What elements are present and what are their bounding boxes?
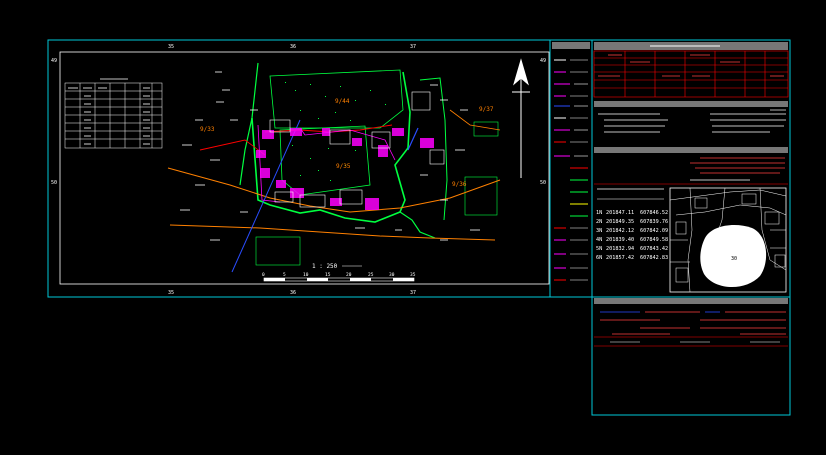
grid-label-top-2: 36 xyxy=(290,44,296,50)
site-plan: 9/33 9/44 9/35 9/37 9/36 xyxy=(167,62,501,273)
parcel-label-9-33: 9/33 xyxy=(200,126,215,133)
coord-row-5-id: 5N xyxy=(596,246,602,252)
coord-row-4-n: 607849.58 xyxy=(640,237,668,243)
title-block-lower-frame xyxy=(591,296,791,416)
road-edge-east xyxy=(449,109,501,131)
svg-text:15: 15 xyxy=(325,272,331,278)
coord-row-4-e: 201839.40 xyxy=(606,237,634,243)
owner-info-table xyxy=(593,50,789,98)
svg-text:10: 10 xyxy=(303,272,309,278)
coord-row-1-id: 1N xyxy=(596,210,602,216)
parcel-label-9-35: 9/35 xyxy=(336,163,351,170)
svg-text:0: 0 xyxy=(262,272,265,278)
coord-row-3-n: 607842.09 xyxy=(640,228,668,234)
parcel-number-labels: 9/33 9/44 9/35 9/37 9/36 xyxy=(200,98,494,188)
north-arrow-icon xyxy=(512,58,530,178)
survey-annotations xyxy=(180,71,480,241)
scale-label: 1 : 250 xyxy=(312,263,338,270)
survey-line-blue xyxy=(231,119,301,273)
grid-label-bottom-2: 36 xyxy=(290,290,296,296)
grid-label-left-1: 49 xyxy=(51,58,57,64)
coord-row-1-e: 201847.11 xyxy=(606,210,634,216)
building-hatch-central xyxy=(279,125,371,196)
grid-label-top-3: 37 xyxy=(410,44,416,50)
svg-text:30: 30 xyxy=(389,272,395,278)
area-schedule-table xyxy=(64,82,163,149)
coord-row-6-id: 6N xyxy=(596,255,602,261)
coord-row-2-n: 607839.76 xyxy=(640,219,668,225)
key-map: 30 xyxy=(669,187,787,293)
coord-row-1-n: 607846.52 xyxy=(640,210,668,216)
road-edge-south xyxy=(169,224,496,241)
coord-row-6-n: 607842.83 xyxy=(640,255,668,261)
svg-text:25: 25 xyxy=(368,272,374,278)
grid-labels: 35 36 37 35 36 37 49 50 49 50 xyxy=(51,44,546,296)
grid-label-right-1: 49 xyxy=(540,58,546,64)
parcel-label-9-44: 9/44 xyxy=(335,98,350,105)
parcel-label-9-37: 9/37 xyxy=(479,106,494,113)
svg-text:35: 35 xyxy=(410,272,416,278)
grid-label-top-1: 35 xyxy=(168,44,174,50)
boundary-green-east xyxy=(419,77,448,221)
coord-row-3-id: 3N xyxy=(596,228,602,234)
coord-row-3-e: 201842.12 xyxy=(606,228,634,234)
parcel-label-9-36: 9/36 xyxy=(452,181,467,188)
cad-drawing-canvas: 35 36 37 35 36 37 49 50 49 50 9/33 9/44 … xyxy=(47,39,791,416)
key-map-parcel-label: 30 xyxy=(731,256,737,262)
grid-label-bottom-1: 35 xyxy=(168,290,174,296)
svg-text:20: 20 xyxy=(346,272,352,278)
svg-text:5: 5 xyxy=(283,272,286,278)
coordinate-table: 1N 201847.11 607846.52 2N 201849.35 6078… xyxy=(596,188,668,261)
area-schedule-scribble xyxy=(68,78,150,145)
hatch-block-sw xyxy=(255,236,301,266)
title-block: 1N 201847.11 607846.52 2N 201849.35 6078… xyxy=(593,42,789,347)
scale-tick-labels: 0 5 10 15 20 25 30 35 xyxy=(262,272,416,278)
scale-bar: 1 : 250 0 5 10 15 20 25 30 35 xyxy=(262,263,416,282)
coord-row-5-e: 201832.94 xyxy=(606,246,634,252)
legend-column xyxy=(552,42,590,281)
coord-row-4-id: 4N xyxy=(596,237,602,243)
grid-label-left-2: 50 xyxy=(51,180,57,186)
grid-label-bottom-3: 37 xyxy=(410,290,416,296)
parcel-outlines xyxy=(257,124,396,203)
coord-row-5-n: 607843.42 xyxy=(640,246,668,252)
coord-row-2-id: 2N xyxy=(596,219,602,225)
coord-row-6-e: 201857.42 xyxy=(606,255,634,261)
drawing-area-frame xyxy=(59,51,550,285)
boundary-green-south xyxy=(399,211,436,239)
coord-row-2-e: 201849.35 xyxy=(606,219,634,225)
grid-label-right-2: 50 xyxy=(540,180,546,186)
